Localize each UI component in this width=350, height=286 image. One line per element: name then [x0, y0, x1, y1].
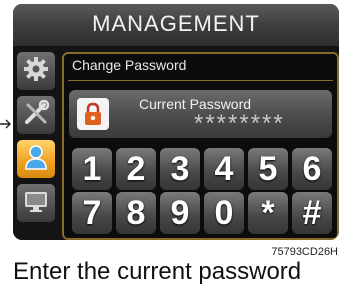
key-4[interactable]: 4	[204, 148, 244, 190]
management-screen: MANAGEMENT Change Password Current Passw…	[13, 4, 339, 240]
sidebar-item-user[interactable]	[17, 140, 55, 178]
header-bar: MANAGEMENT	[13, 4, 339, 46]
key-3[interactable]: 3	[160, 148, 200, 190]
sidebar-item-display[interactable]	[17, 184, 55, 222]
change-password-panel: Change Password Current Password *******…	[62, 52, 339, 240]
pointer-arrow-icon	[0, 116, 12, 134]
monitor-icon	[22, 187, 50, 220]
key-0[interactable]: 0	[204, 192, 244, 234]
key-6[interactable]: 6	[292, 148, 332, 190]
key-2[interactable]: 2	[116, 148, 156, 190]
gear-icon	[22, 55, 50, 88]
lock-icon	[77, 98, 109, 130]
sidebar-item-tools[interactable]	[17, 96, 55, 134]
tools-icon	[22, 99, 50, 132]
page-title: MANAGEMENT	[92, 11, 260, 36]
instruction-text: Enter the current password	[13, 258, 302, 285]
key-1[interactable]: 1	[72, 148, 112, 190]
key-hash[interactable]: #	[292, 192, 332, 234]
sidebar-item-settings[interactable]	[17, 52, 55, 90]
panel-title: Change Password	[72, 57, 187, 73]
figure-code: 75793CD26H	[271, 246, 338, 258]
key-9[interactable]: 9	[160, 192, 200, 234]
divider	[68, 80, 333, 81]
user-icon	[22, 143, 50, 176]
current-password-field[interactable]: Current Password ********	[69, 90, 332, 138]
key-5[interactable]: 5	[248, 148, 288, 190]
current-password-value: ********	[194, 110, 285, 137]
key-star[interactable]: *	[248, 192, 288, 234]
key-7[interactable]: 7	[72, 192, 112, 234]
key-8[interactable]: 8	[116, 192, 156, 234]
